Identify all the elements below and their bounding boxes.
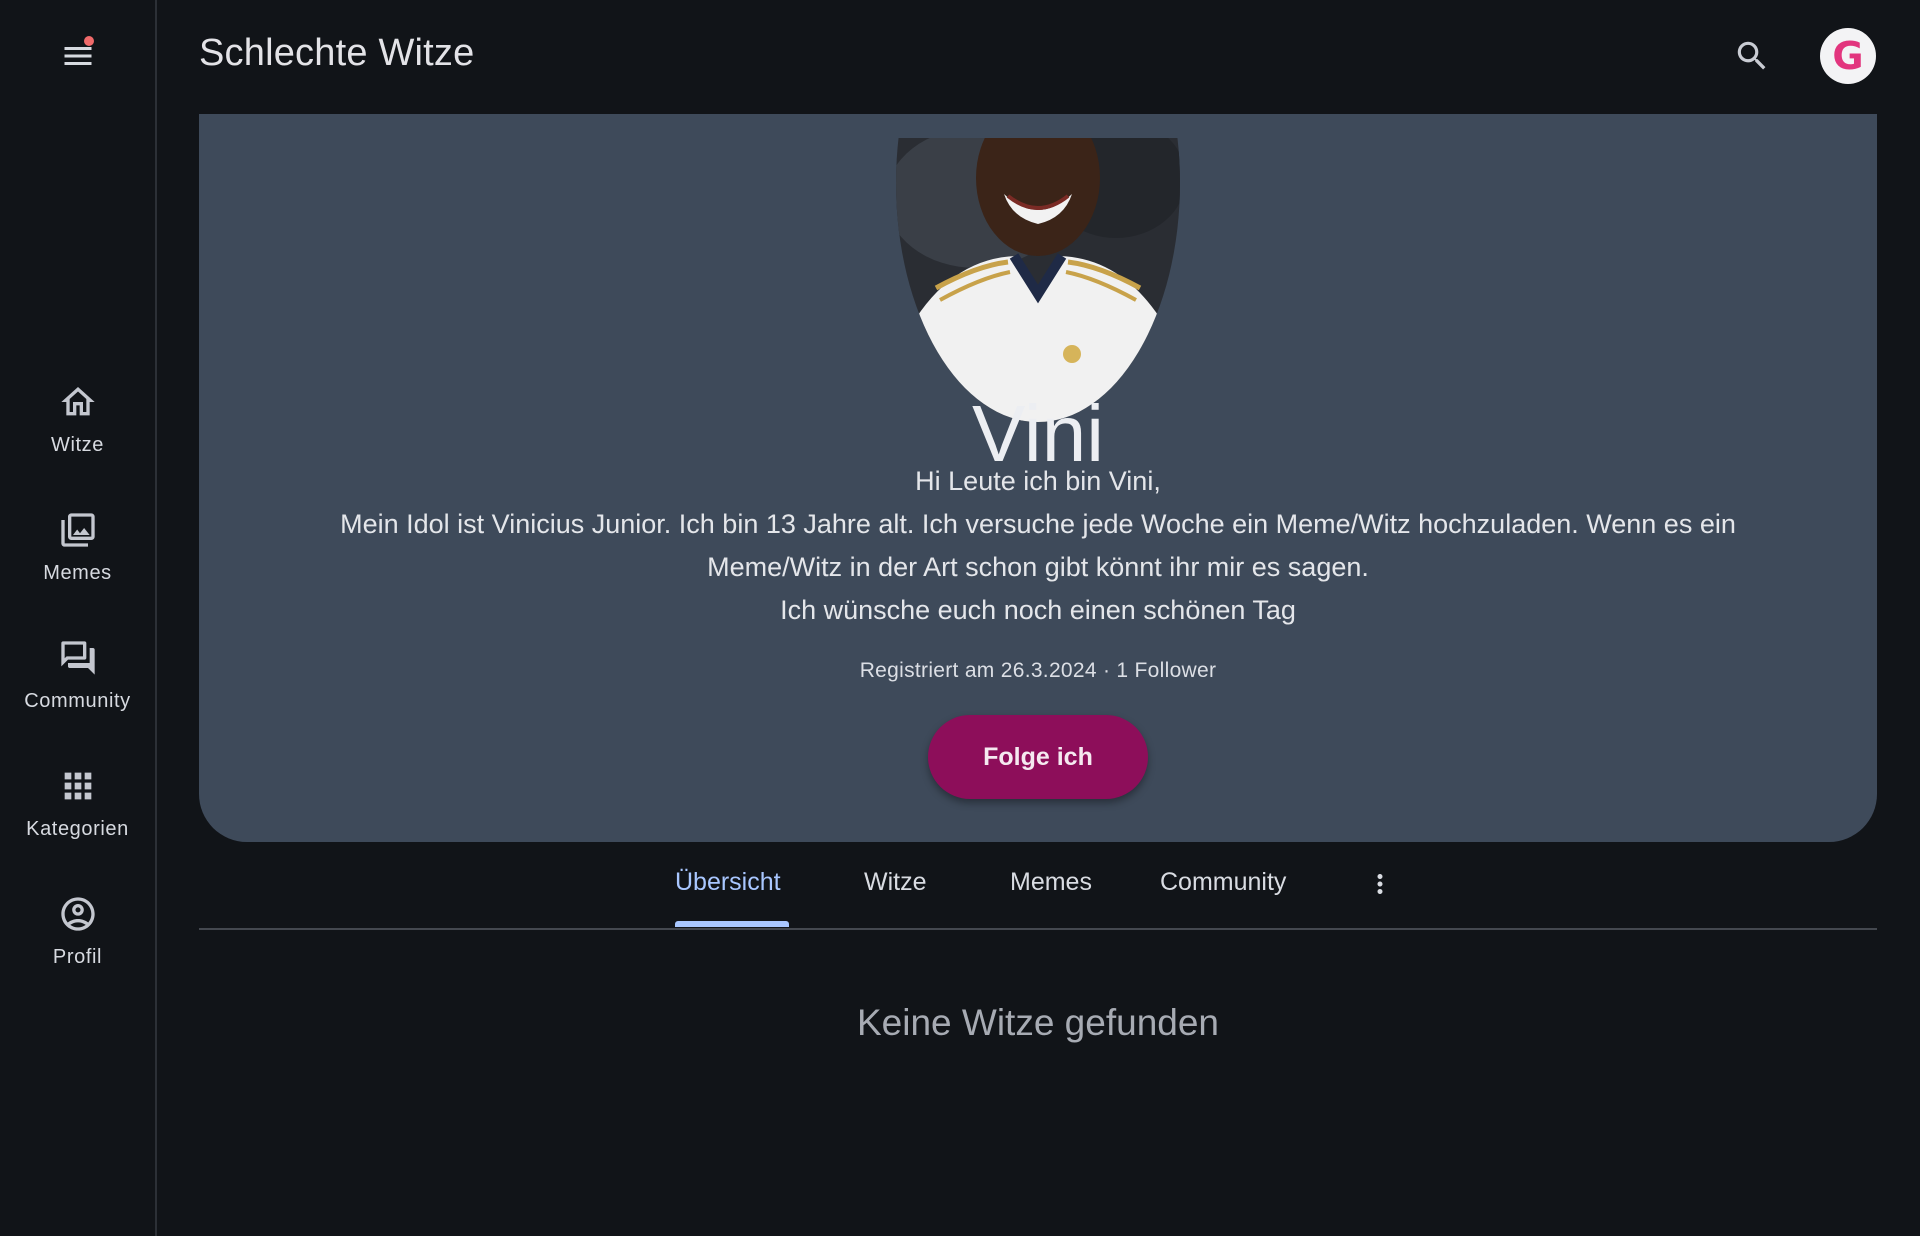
tab-witze[interactable]: Witze: [864, 868, 927, 897]
search-button[interactable]: [1730, 34, 1774, 78]
account-circle-icon: [58, 894, 98, 934]
notification-dot: [84, 36, 94, 46]
bio-line: Ich wünsche euch noch einen schönen Tag: [780, 595, 1296, 625]
empty-state-message: Keine Witze gefunden: [856, 1002, 1219, 1043]
app-title: Schlechte Witze: [199, 32, 475, 74]
sidebar-item-witze[interactable]: Witze: [0, 382, 155, 492]
search-icon: [1737, 41, 1766, 70]
profile-photo-image: [896, 138, 1180, 422]
sidebar-item-kategorien[interactable]: Kategorien: [0, 766, 155, 876]
more-tabs-button[interactable]: [1365, 864, 1395, 904]
tab-community[interactable]: Community: [1160, 868, 1286, 897]
forum-icon: [58, 638, 98, 678]
sidebar-item-label: Community: [24, 690, 131, 712]
apps-grid-icon: [58, 766, 98, 806]
active-tab-indicator: [675, 921, 789, 927]
account-avatar-button[interactable]: G: [1820, 28, 1876, 84]
profile-header-card: Vini Hi Leute ich bin Vini, Mein Idol is…: [199, 114, 1877, 842]
profile-photo: [896, 114, 1180, 422]
sidebar-item-label: Witze: [51, 434, 104, 456]
sidebar-item-label: Kategorien: [26, 818, 129, 840]
app-root: Witze Memes Community Kategorien Profil: [0, 0, 1920, 1236]
sidebar-item-profil[interactable]: Profil: [0, 894, 155, 1004]
sidebar-item-label: Memes: [43, 562, 112, 584]
bio-line: Meme/Witz in der Art schon gibt könnt ih…: [707, 552, 1369, 582]
follow-button[interactable]: Folge ich: [928, 715, 1148, 799]
sidebar-item-community[interactable]: Community: [0, 638, 155, 748]
bio-line: Hi Leute ich bin Vini,: [915, 466, 1161, 496]
menu-button[interactable]: [52, 36, 104, 76]
avatar: G: [1832, 34, 1864, 78]
navigation-rail: Witze Memes Community Kategorien Profil: [0, 0, 157, 1236]
photo-library-icon: [58, 510, 98, 550]
more-vert-icon: [1377, 874, 1383, 894]
sidebar-item-label: Profil: [52, 946, 103, 968]
profile-tabs: Übersicht Witze Memes Community: [199, 842, 1877, 930]
profile-bio: Hi Leute ich bin Vini, Mein Idol ist Vin…: [259, 460, 1817, 632]
home-icon: [58, 382, 98, 422]
sidebar-item-memes[interactable]: Memes: [0, 510, 155, 620]
tab-memes[interactable]: Memes: [1010, 868, 1092, 897]
bio-line: Mein Idol ist Vinicius Junior. Ich bin 1…: [340, 509, 1736, 539]
profile-meta: Registriert am 26.3.2024 · 1 Follower: [859, 659, 1217, 682]
top-app-bar: Schlechte Witze G: [157, 0, 1920, 114]
tab-uebersicht[interactable]: Übersicht: [675, 868, 781, 897]
